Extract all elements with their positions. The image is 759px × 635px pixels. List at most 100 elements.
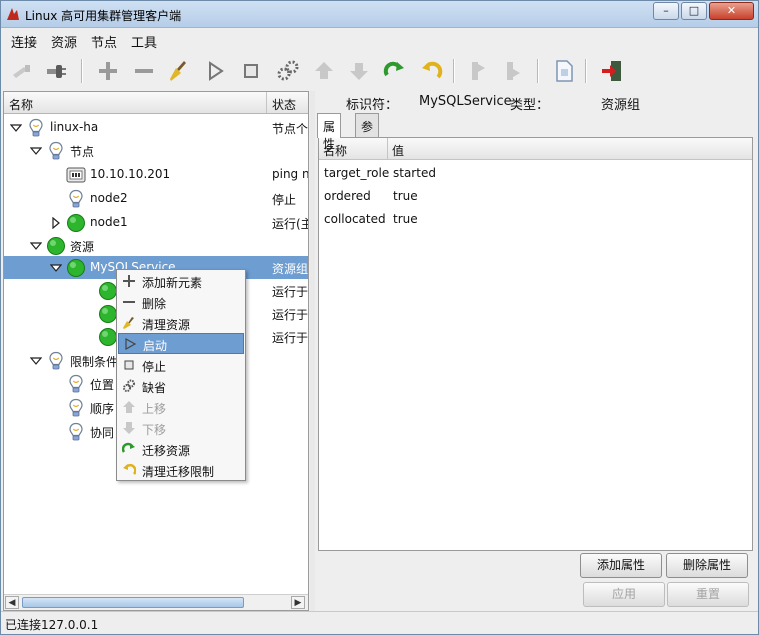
migrate-icon[interactable]: [379, 57, 409, 85]
table-row[interactable]: target_role started: [319, 162, 752, 185]
menu-connect[interactable]: 连接: [11, 32, 37, 51]
disconnect-icon[interactable]: [7, 57, 37, 85]
tree-item-label: 10.10.10.201: [90, 167, 171, 181]
tree-item-status: ping n: [272, 167, 308, 181]
unmigrate-icon[interactable]: [416, 57, 446, 85]
collapse-toggle-icon[interactable]: [49, 262, 63, 274]
plus-icon: [122, 274, 136, 288]
standby-icon[interactable]: [463, 57, 493, 85]
move-up-icon[interactable]: [309, 57, 339, 85]
arrow-down-icon: [122, 421, 136, 435]
resource-id-line: 标识符： MySQLService 类型： 资源组: [315, 91, 758, 113]
running-status-icon: [66, 258, 86, 278]
close-button[interactable]: ✕: [709, 2, 754, 20]
lightbulb-icon: [66, 398, 86, 418]
context-menu-label: 停止: [142, 360, 167, 374]
maximize-button[interactable]: □: [681, 2, 707, 20]
context-menu-item[interactable]: 清理迁移限制: [118, 460, 244, 481]
context-menu-label: 缺省: [142, 381, 167, 395]
menu-node[interactable]: 节点: [91, 32, 117, 51]
context-menu-label: 删除: [142, 297, 167, 311]
toolbar: [1, 53, 758, 91]
menu-tools[interactable]: 工具: [131, 32, 157, 51]
tree-item-label: linux-ha: [50, 120, 99, 134]
table-row[interactable]: ordered true: [319, 185, 752, 208]
scroll-left-icon[interactable]: ◀: [5, 596, 19, 609]
document-icon[interactable]: [549, 57, 579, 85]
prop-value[interactable]: true: [393, 189, 418, 203]
start-icon[interactable]: [200, 57, 230, 85]
remove-icon[interactable]: [129, 57, 159, 85]
running-status-icon: [46, 236, 66, 256]
connect-icon[interactable]: [41, 57, 71, 85]
tree-header-status[interactable]: 状态: [266, 92, 308, 113]
toolbar-separator: [585, 59, 587, 83]
add-attribute-button[interactable]: 添加属性: [580, 553, 662, 578]
stop-icon[interactable]: [236, 57, 266, 85]
apply-button[interactable]: 应用: [583, 582, 665, 607]
tree-item-label: 位置: [90, 378, 115, 392]
table-row[interactable]: collocated true: [319, 208, 752, 231]
play-icon: [123, 337, 137, 351]
context-menu-item[interactable]: 添加新元素: [118, 271, 244, 292]
context-menu-item[interactable]: 删除: [118, 292, 244, 313]
lightbulb-icon: [66, 374, 86, 394]
tab-parameters[interactable]: 参数: [355, 113, 380, 151]
tree-row[interactable]: 10.10.10.201 ping n: [4, 163, 308, 186]
collapse-toggle-icon[interactable]: [29, 240, 43, 252]
tree-item-status: 停止: [272, 193, 297, 207]
horizontal-scrollbar[interactable]: ◀ ▶: [4, 594, 308, 610]
property-table: 名称 值 target_role started ordered true co…: [318, 137, 753, 551]
tab-attributes[interactable]: 属性: [317, 113, 342, 151]
stop-icon: [122, 358, 136, 372]
tree-row[interactable]: node1 运行(主: [4, 211, 308, 234]
context-menu-item[interactable]: 启动: [118, 333, 244, 354]
context-menu-label: 清理资源: [142, 318, 191, 332]
lightbulb-icon: [66, 189, 86, 209]
collapse-toggle-icon[interactable]: [9, 122, 23, 134]
type-label: 类型：: [510, 98, 550, 113]
lightbulb-icon: [66, 422, 86, 442]
context-menu-item[interactable]: 停止: [118, 355, 244, 376]
tree-item-label: 资源: [70, 240, 95, 254]
reset-button[interactable]: 重置: [667, 582, 749, 607]
context-menu-item[interactable]: 清理资源: [118, 313, 244, 334]
connection-status: 已连接127.0.0.1: [5, 618, 99, 632]
add-icon[interactable]: [93, 57, 123, 85]
prop-header-value[interactable]: 值: [387, 138, 747, 159]
prop-value[interactable]: started: [393, 166, 436, 180]
minimize-button[interactable]: –: [653, 2, 679, 20]
title-bar[interactable]: Linux 高可用集群管理客户端 – □ ✕: [1, 1, 758, 28]
tree-row[interactable]: linux-ha 节点个: [4, 116, 308, 139]
exit-icon[interactable]: [597, 57, 627, 85]
collapse-toggle-icon[interactable]: [29, 355, 43, 367]
context-menu: 添加新元素 删除 清理资源 启动 停止 缺省 上移 下移 迁移资源 清理迁移限制: [116, 269, 246, 481]
default-gears-icon[interactable]: [273, 57, 303, 85]
scroll-right-icon[interactable]: ▶: [291, 596, 305, 609]
active-icon[interactable]: [498, 57, 528, 85]
context-menu-item: 上移: [118, 397, 244, 418]
tree-item-status: 节点个: [272, 122, 308, 136]
delete-attribute-button[interactable]: 删除属性: [666, 553, 748, 578]
gears-icon: [122, 379, 136, 393]
collapse-toggle-icon[interactable]: [29, 145, 43, 157]
window-title: Linux 高可用集群管理客户端: [25, 9, 182, 23]
tree-row[interactable]: node2 停止: [4, 187, 308, 210]
lightbulb-icon: [46, 351, 66, 371]
menu-resource[interactable]: 资源: [51, 32, 77, 51]
context-menu-item[interactable]: 迁移资源: [118, 439, 244, 460]
tree-row[interactable]: 资源: [4, 234, 308, 257]
cleanup-broom-icon[interactable]: [164, 57, 194, 85]
expand-toggle-icon[interactable]: [50, 216, 62, 230]
context-menu-label: 上移: [142, 402, 167, 416]
context-menu-item[interactable]: 缺省: [118, 376, 244, 397]
main-window: Linux 高可用集群管理客户端 – □ ✕ 连接 资源 节点 工具 名称 状态…: [0, 0, 759, 635]
scrollbar-thumb[interactable]: [22, 597, 244, 608]
toolbar-separator: [537, 59, 539, 83]
minus-icon: [122, 295, 136, 309]
prop-value[interactable]: true: [393, 212, 418, 226]
move-down-icon[interactable]: [344, 57, 374, 85]
tree-header-name[interactable]: 名称: [9, 96, 33, 113]
tree-row[interactable]: 节点: [4, 139, 308, 162]
prop-name: collocated: [324, 212, 386, 226]
